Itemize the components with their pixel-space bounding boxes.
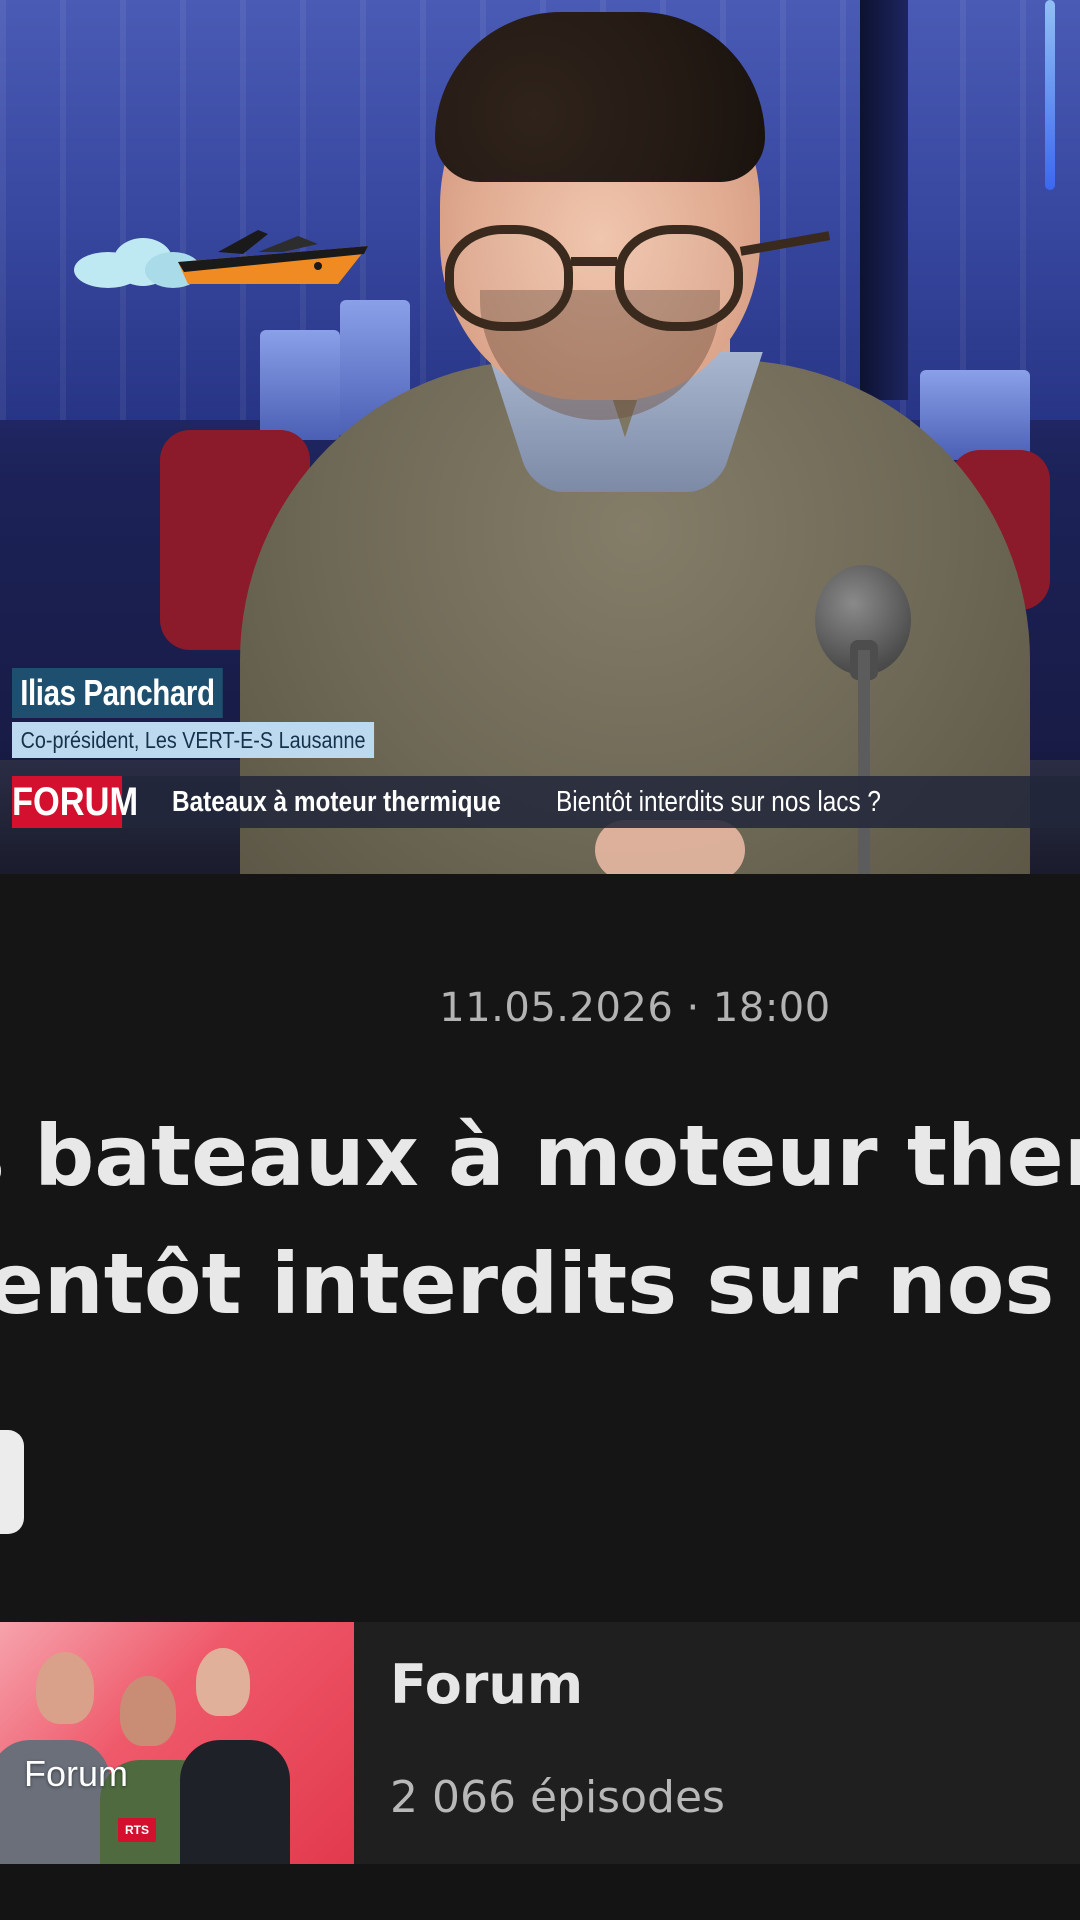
guest-hand <box>595 820 745 874</box>
guest-name-caption: Ilias Panchard <box>12 668 223 718</box>
host-figure <box>180 1740 290 1864</box>
glasses-lens <box>615 225 743 331</box>
show-name[interactable]: Forum <box>390 1650 583 1720</box>
glasses-temple <box>739 231 831 256</box>
episode-title: es bateaux à moteur therm pientôt interd… <box>0 1092 1080 1348</box>
episode-datetime: 11.05.2026 · 18:00 <box>439 985 831 1031</box>
bottom-area <box>0 1864 1080 1920</box>
glasses-icon <box>415 225 831 331</box>
rts-logo: RTS <box>118 1818 156 1842</box>
question-caption: Bientôt interdits sur nos lacs ? <box>556 786 881 818</box>
show-thumbnail[interactable]: Forum RTS <box>0 1622 354 1864</box>
episode-title-line: pientôt interdits sur nos la <box>0 1235 1080 1333</box>
speedboat-sticker-icon <box>74 230 368 288</box>
video-player[interactable]: Ilias Panchard Co-président, Les VERT-E-… <box>0 0 1080 874</box>
episode-title-line: es bateaux à moteur therm <box>0 1107 1080 1205</box>
forum-badge: FORUM <box>12 776 138 828</box>
show-card[interactable]: Forum RTS Forum 2 066 épisodes <box>0 1622 1080 1864</box>
app-screen: Ilias Panchard Co-président, Les VERT-E-… <box>0 0 1080 1920</box>
episode-count: 2 066 épisodes <box>390 1772 725 1823</box>
guest-role-caption: Co-président, Les VERT-E-S Lausanne <box>12 722 375 758</box>
guest-hair <box>435 12 765 182</box>
microphone-pole <box>858 650 870 874</box>
thumbnail-forum-label: Forum <box>24 1753 129 1794</box>
host-head <box>196 1648 250 1716</box>
glasses-lens <box>445 225 573 331</box>
topic-caption: Bateaux à moteur thermique <box>172 786 501 818</box>
host-head <box>120 1676 176 1746</box>
action-button[interactable] <box>0 1430 24 1534</box>
glasses-bridge <box>571 257 617 266</box>
host-head <box>36 1652 94 1724</box>
